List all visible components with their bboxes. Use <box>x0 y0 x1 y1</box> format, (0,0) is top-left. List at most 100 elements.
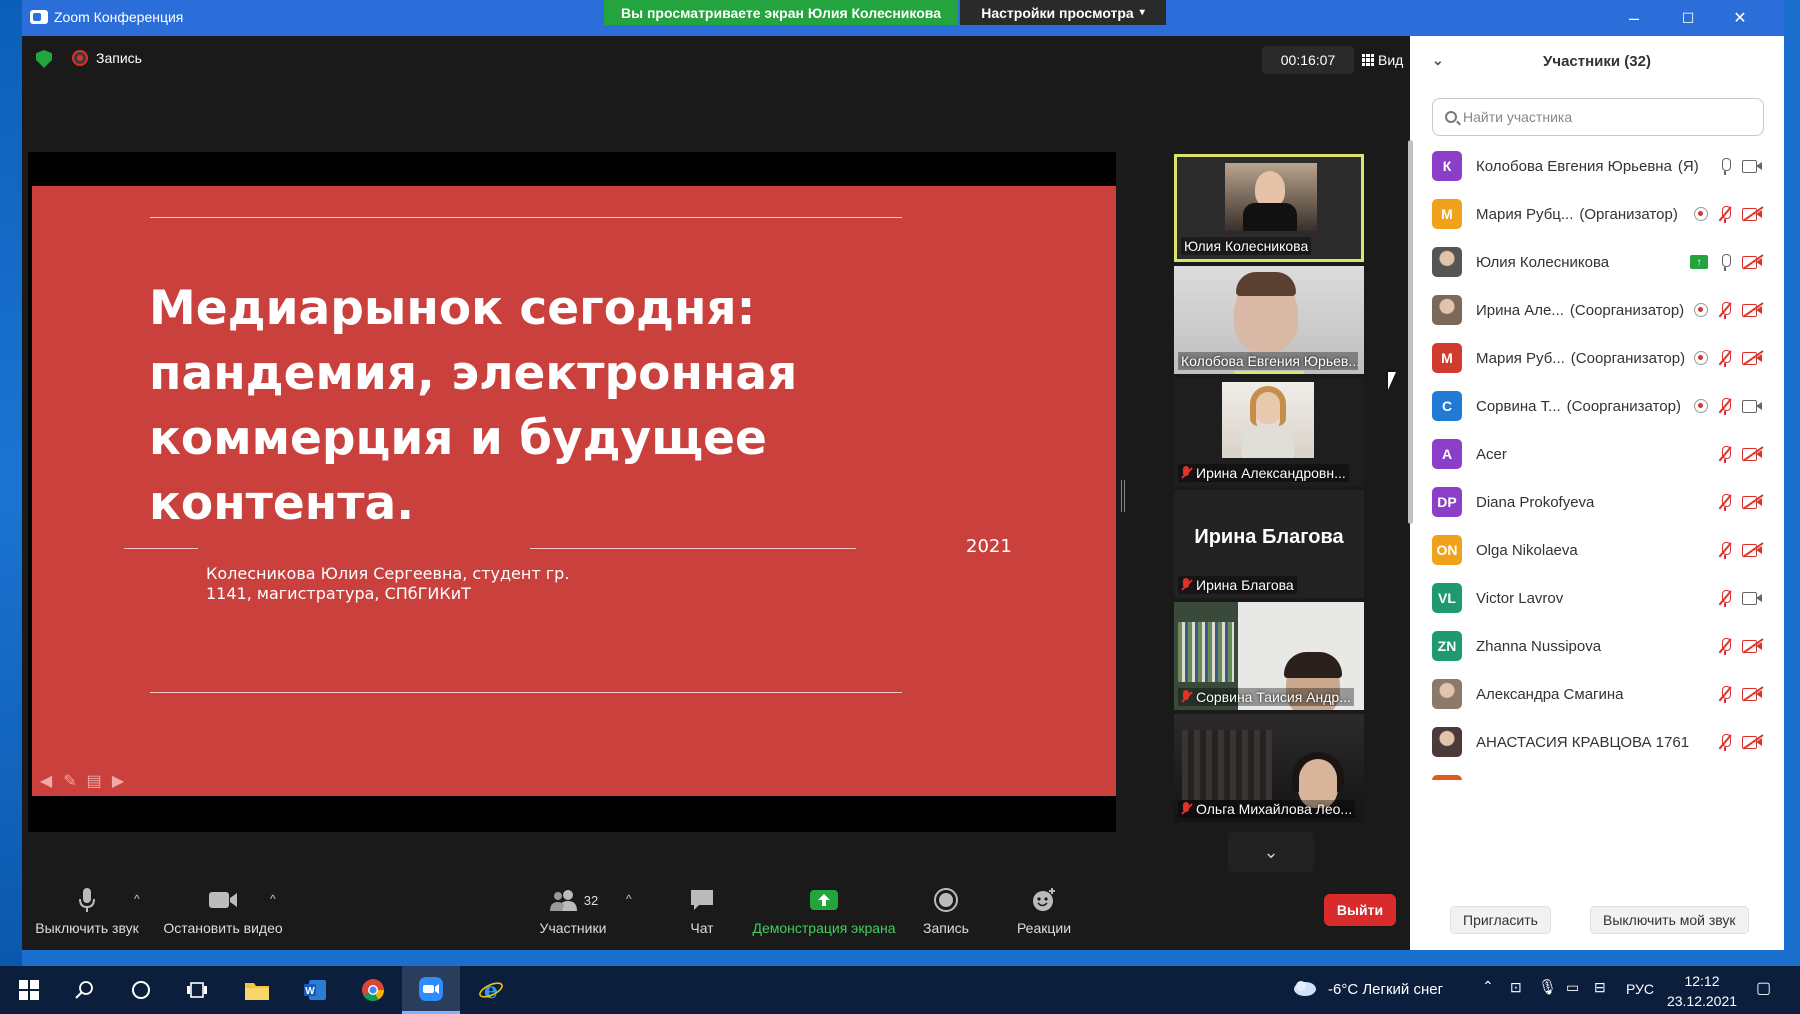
audio-options-caret[interactable]: ^ <box>134 892 140 906</box>
reactions-button[interactable]: Реакции <box>1012 886 1076 936</box>
file-explorer-app[interactable] <box>228 966 286 1014</box>
video-tile[interactable]: Юлия Колесникова <box>1174 154 1364 262</box>
microphone-icon[interactable] <box>1718 253 1732 271</box>
mic-off-icon[interactable] <box>1718 445 1732 463</box>
display-icon[interactable]: ⊟ <box>1594 979 1606 996</box>
zoom-app[interactable] <box>402 966 460 1014</box>
internet-explorer-app[interactable]: e <box>462 966 520 1014</box>
participant-row[interactable]: ON Olga Nikolaeva <box>1410 526 1772 574</box>
video-off-icon[interactable] <box>1742 206 1764 222</box>
mic-off-icon[interactable] <box>1718 397 1732 415</box>
record-button[interactable]: Запись <box>918 886 974 936</box>
chevron-down-icon[interactable]: ⌄ <box>1432 52 1444 69</box>
participant-list-scrollbar[interactable] <box>1408 140 1413 524</box>
share-screen-button[interactable]: Демонстрация экрана <box>744 886 904 936</box>
avatar <box>1432 295 1462 325</box>
participant-row[interactable]: Александра Смагина <box>1410 670 1772 718</box>
video-off-icon[interactable] <box>1742 542 1764 558</box>
search-input[interactable] <box>1463 109 1743 125</box>
mic-off-icon[interactable] <box>1718 637 1732 655</box>
chrome-app[interactable] <box>344 966 402 1014</box>
shared-screen[interactable]: Медиарынок сегодня: пандемия, электронна… <box>28 152 1116 832</box>
close-button[interactable]: ✕ <box>1718 6 1762 30</box>
microphone-icon[interactable]: 🎙︎ <box>1538 978 1557 996</box>
chevron-up-icon[interactable]: ⌃ <box>1482 978 1494 995</box>
video-camera-icon[interactable] <box>1742 591 1762 605</box>
video-off-icon[interactable] <box>1742 350 1764 366</box>
chat-button[interactable]: Чат <box>672 886 732 936</box>
task-view-button[interactable] <box>168 966 226 1014</box>
arrow-right-icon[interactable]: ▶ <box>108 772 128 790</box>
video-tile[interactable]: Сорвина Таисия Андр... <box>1174 602 1364 710</box>
mic-off-icon[interactable] <box>1718 493 1732 511</box>
start-button[interactable] <box>0 966 58 1014</box>
video-off-icon[interactable] <box>1742 302 1764 318</box>
notifications-icon[interactable]: ▢ <box>1756 978 1771 998</box>
video-off-icon[interactable] <box>1742 638 1764 654</box>
word-app[interactable]: W <box>286 966 344 1014</box>
mic-off-icon <box>1181 690 1191 704</box>
video-camera-icon[interactable] <box>1742 399 1762 413</box>
participant-row[interactable]: АНАСТАСИЯ КРАВЦОВА 1761 <box>1410 718 1772 766</box>
cortana-button[interactable] <box>112 966 170 1014</box>
recording-indicator[interactable]: Запись <box>72 50 142 66</box>
minimize-button[interactable]: – <box>1612 6 1656 30</box>
video-tile[interactable]: Ольга Михайлова Лео... <box>1174 714 1364 822</box>
participant-row[interactable]: Юлия Колесникова ↑ <box>1410 238 1772 286</box>
video-off-icon[interactable] <box>1742 734 1764 750</box>
video-tile[interactable]: Колобова Евгения Юрьев... <box>1174 266 1364 374</box>
search-button[interactable] <box>56 966 114 1014</box>
participant-row[interactable]: ААндрей Хомяков 1761 <box>1410 766 1772 780</box>
mic-off-icon[interactable] <box>1718 301 1732 319</box>
video-off-icon[interactable] <box>1742 494 1764 510</box>
video-off-icon[interactable] <box>1742 686 1764 702</box>
participant-video <box>1225 163 1317 231</box>
participants-button[interactable]: 32 Участники <box>530 886 616 936</box>
video-tile[interactable]: Ирина Благова Ирина Благова <box>1174 490 1364 598</box>
video-tile[interactable]: Ирина Александровн... <box>1174 378 1364 486</box>
participant-row[interactable]: ZN Zhanna Nussipova <box>1410 622 1772 670</box>
gallery-scroll-down-button[interactable]: ⌄ <box>1228 832 1314 872</box>
mic-off-icon[interactable] <box>1718 349 1732 367</box>
participant-row[interactable]: М Мария Рубц... (Организатор) <box>1410 190 1772 238</box>
clock-time: 12:12 <box>1684 973 1720 989</box>
panel-splitter[interactable] <box>1121 480 1125 512</box>
language-indicator[interactable]: РУС <box>1626 981 1654 997</box>
shield-icon[interactable] <box>36 50 52 68</box>
mute-button[interactable]: Выключить звук <box>32 886 142 936</box>
mute-me-button[interactable]: Выключить мой звук <box>1590 906 1749 934</box>
participant-row[interactable]: DP Diana Prokofyeva <box>1410 478 1772 526</box>
video-off-icon[interactable] <box>1742 254 1764 270</box>
view-button[interactable]: Вид <box>1362 46 1403 74</box>
video-off-icon[interactable] <box>1742 446 1764 462</box>
participant-row[interactable]: VL Victor Lavrov <box>1410 574 1772 622</box>
mic-off-icon[interactable] <box>1718 733 1732 751</box>
participant-row[interactable]: К Колобова Евгения Юрьевна (Я) <box>1410 142 1772 190</box>
mic-off-icon[interactable] <box>1718 541 1732 559</box>
invite-button[interactable]: Пригласить <box>1450 906 1551 934</box>
participants-options-caret[interactable]: ^ <box>626 892 632 906</box>
mic-off-icon[interactable] <box>1718 589 1732 607</box>
weather-icon[interactable] <box>1292 978 1318 1005</box>
maximize-button[interactable]: ☐ <box>1666 6 1710 30</box>
microphone-icon[interactable] <box>1718 157 1732 175</box>
video-camera-icon[interactable] <box>1742 159 1762 173</box>
leave-button[interactable]: Выйти <box>1324 894 1396 926</box>
search-box[interactable] <box>1432 98 1764 136</box>
view-options-button[interactable]: Настройки просмотра ▾ <box>960 0 1166 25</box>
weather-text[interactable]: -6°C Легкий снег <box>1328 981 1443 998</box>
network-icon[interactable]: ⊡ <box>1510 979 1522 996</box>
participant-row[interactable]: М Мария Руб... (Соорганизатор) <box>1410 334 1772 382</box>
mic-off-icon[interactable] <box>1718 205 1732 223</box>
stop-video-button[interactable]: Остановить видео <box>160 886 286 936</box>
participant-row[interactable]: Ирина Але... (Соорганизатор) <box>1410 286 1772 334</box>
participant-row[interactable]: С Сорвина Т... (Соорганизатор) <box>1410 382 1772 430</box>
menu-icon[interactable]: ▤ <box>84 772 104 790</box>
battery-icon[interactable]: ▭ <box>1566 979 1579 996</box>
participant-row[interactable]: A Acer <box>1410 430 1772 478</box>
video-options-caret[interactable]: ^ <box>270 892 276 906</box>
mic-off-icon[interactable] <box>1718 685 1732 703</box>
system-clock[interactable]: 12:12 23.12.2021 <box>1664 971 1740 1011</box>
pen-icon[interactable]: ✎ <box>60 772 80 790</box>
arrow-left-icon[interactable]: ◀ <box>36 772 56 790</box>
